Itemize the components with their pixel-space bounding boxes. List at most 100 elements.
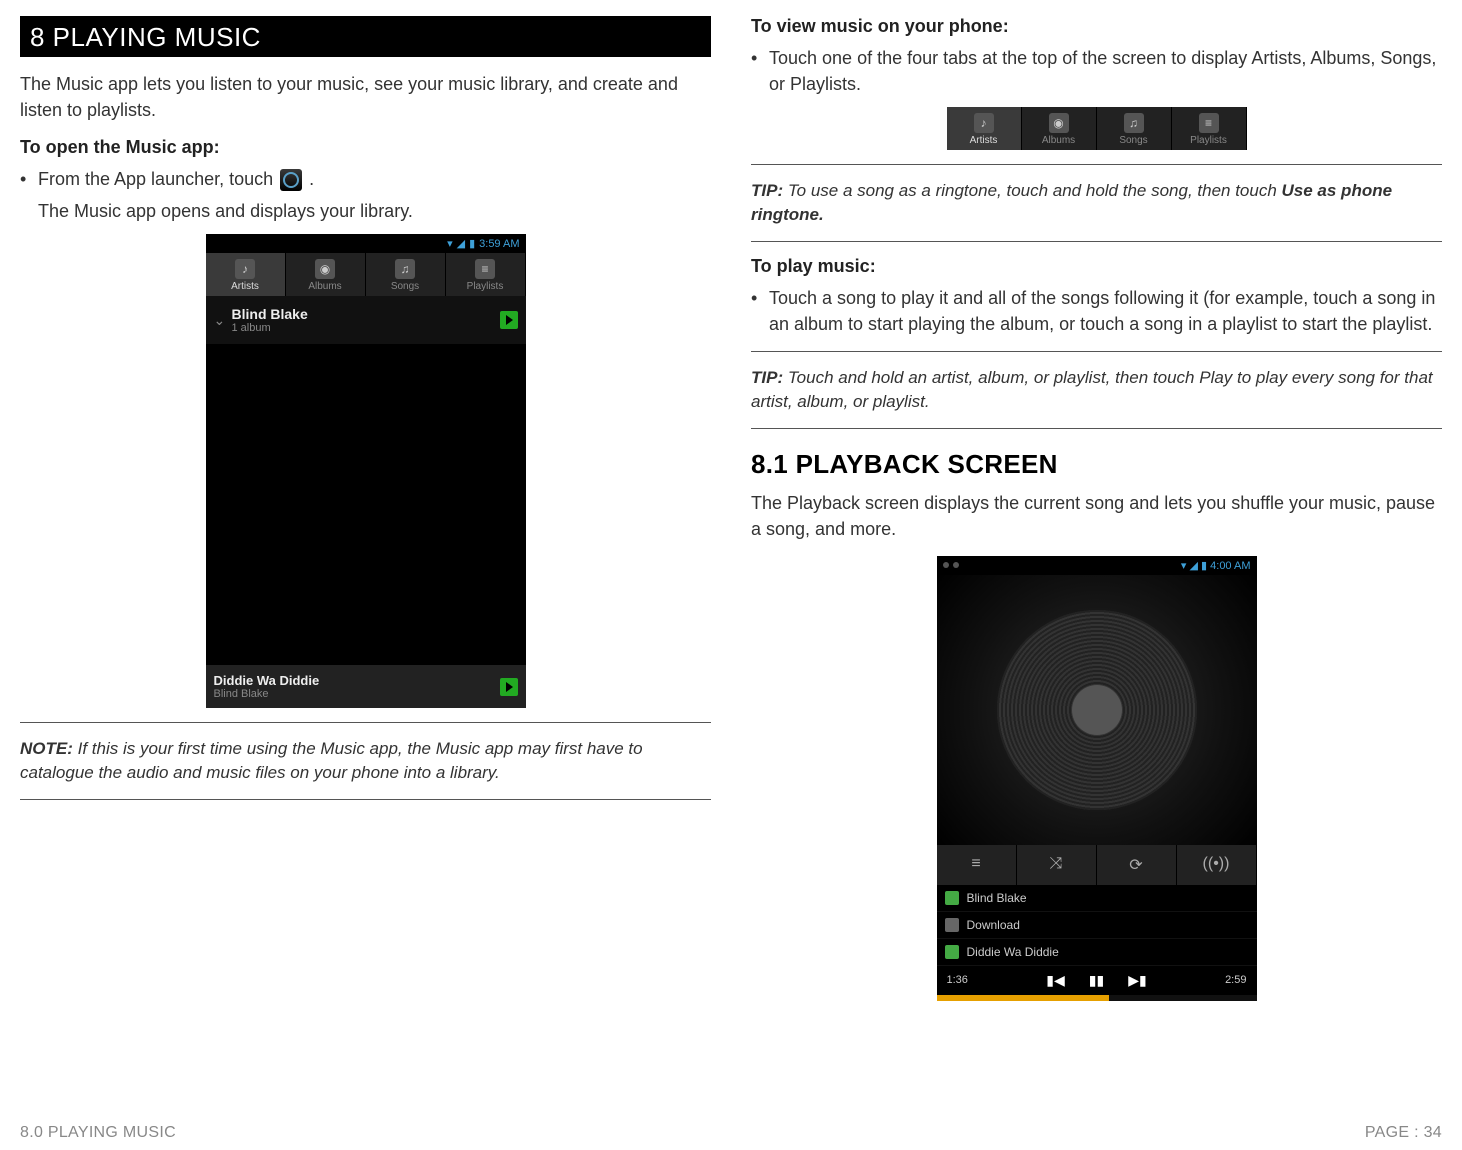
tab-artists[interactable]: ♪ Artists [206, 253, 286, 296]
screenshot-music-library: ▾ ◢ ▮ 3:59 AM ♪ Artists ◉ Albums ♫ Songs [206, 234, 526, 708]
tab-playlists-label: Playlists [467, 281, 504, 292]
artist-row[interactable]: ⌄ Blind Blake 1 album [206, 296, 526, 345]
artist-name: Blind Blake [232, 306, 500, 322]
tab-songs[interactable]: ♫ Songs [366, 253, 446, 296]
progress-bar[interactable] [937, 995, 1257, 1001]
strip-tab-playlists[interactable]: ≡ Playlists [1172, 107, 1247, 150]
divider [20, 799, 711, 800]
progress-fill [937, 995, 1110, 1001]
section-header: 8 PLAYING MUSIC [20, 16, 711, 57]
wifi-icon: ▾ [447, 237, 453, 250]
tabs-strip-illustration: ♪ Artists ◉ Albums ♫ Songs ≡ Playlists [947, 107, 1247, 150]
open-result: The Music app opens and displays your li… [20, 198, 711, 224]
shuffle-button[interactable]: ⤨ [1017, 845, 1097, 885]
status-bar: ▾ ◢ ▮ 3:59 AM [206, 234, 526, 253]
tab-albums[interactable]: ◉ Albums [286, 253, 366, 296]
play-bullet: Touch a song to play it and all of the s… [751, 285, 1442, 337]
songs-icon: ♫ [395, 259, 415, 279]
strip-songs-label: Songs [1119, 135, 1147, 146]
playlist-button[interactable]: ≡ [937, 845, 1017, 885]
strip-playlists-label: Playlists [1190, 135, 1227, 146]
strip-tab-albums[interactable]: ◉ Albums [1022, 107, 1097, 150]
wifi-icon: ▾ [1181, 560, 1187, 572]
meta-artist-row[interactable]: Blind Blake [937, 885, 1257, 912]
albums-icon: ◉ [1049, 113, 1069, 133]
tip2-label: TIP: [751, 368, 783, 387]
albums-icon: ◉ [315, 259, 335, 279]
strip-tab-songs[interactable]: ♫ Songs [1097, 107, 1172, 150]
screenshot-playback: ▾ ◢ ▮ 4:00 AM ≡ ⤨ ⟳ ((•)) Blind Blake [937, 556, 1257, 1001]
open-heading: To open the Music app: [20, 137, 711, 158]
artists-icon: ♪ [235, 259, 255, 279]
tip2-body: Touch and hold an artist, album, or play… [751, 368, 1433, 411]
tab-artists-label: Artists [231, 281, 259, 292]
songs-icon: ♫ [1124, 113, 1144, 133]
album-icon [945, 918, 959, 932]
meta-artist: Blind Blake [967, 891, 1027, 905]
status-time: 3:59 AM [479, 238, 519, 250]
record-hub [1072, 685, 1122, 735]
open-bullet: From the App launcher, touch . [20, 166, 711, 192]
repeat-button[interactable]: ⟳ [1097, 845, 1177, 885]
tip2-block: TIP: Touch and hold an artist, album, or… [751, 366, 1442, 414]
battery-icon: ▮ [469, 237, 475, 250]
library-tabs: ♪ Artists ◉ Albums ♫ Songs ≡ Playlists [206, 253, 526, 296]
empty-area [206, 345, 526, 665]
battery-icon: ▮ [1201, 560, 1207, 572]
divider [751, 351, 1442, 352]
now-playing-play-button[interactable] [500, 678, 518, 696]
open-bullet-pre: From the App launcher, touch [38, 169, 278, 189]
tip1-label: TIP: [751, 181, 783, 200]
signal-icon: ◢ [1189, 560, 1197, 572]
tab-songs-label: Songs [391, 281, 419, 292]
note-label: NOTE: [20, 739, 73, 758]
page-footer: 8.0 PLAYING MUSIC PAGE : 34 [20, 1124, 1442, 1142]
play-artist-button[interactable] [500, 311, 518, 329]
prev-button[interactable]: ▮◀ [1046, 972, 1064, 989]
footer-left: 8.0 PLAYING MUSIC [20, 1124, 176, 1142]
intro-text: The Music app lets you listen to your mu… [20, 71, 711, 123]
meta-album-row[interactable]: Download [937, 912, 1257, 939]
strip-tab-artists[interactable]: ♪ Artists [947, 107, 1022, 150]
pause-button[interactable]: ▮▮ [1089, 972, 1104, 989]
track-icon [945, 945, 959, 959]
view-bullet: Touch one of the four tabs at the top of… [751, 45, 1442, 97]
tip1-body: To use a song as a ringtone, touch and h… [783, 181, 1281, 200]
play-heading: To play music: [751, 256, 1442, 277]
meta-track: Diddie Wa Diddie [967, 945, 1059, 959]
playback-toolbar: ≡ ⤨ ⟳ ((•)) [937, 845, 1257, 885]
album-art [937, 575, 1257, 845]
now-playing-title: Diddie Wa Diddie [214, 673, 500, 688]
next-button[interactable]: ▶▮ [1128, 972, 1146, 989]
playlists-icon: ≡ [475, 259, 495, 279]
time-total: 2:59 [1225, 974, 1246, 986]
expand-icon: ⌄ [214, 312, 232, 329]
status-time: 4:00 AM [1210, 560, 1250, 572]
tab-albums-label: Albums [308, 281, 341, 292]
signal-icon: ◢ [457, 237, 465, 250]
strip-artists-label: Artists [970, 135, 998, 146]
view-heading: To view music on your phone: [751, 16, 1442, 37]
record-disc [997, 610, 1197, 810]
artist-subtitle: 1 album [232, 322, 500, 334]
footer-right: PAGE : 34 [1365, 1124, 1442, 1142]
artist-icon [945, 891, 959, 905]
time-elapsed: 1:36 [947, 974, 968, 986]
note-body: If this is your first time using the Mus… [20, 739, 643, 782]
playlists-icon: ≡ [1199, 113, 1219, 133]
artists-icon: ♪ [974, 113, 994, 133]
subsection-title: 8.1 PLAYBACK SCREEN [751, 449, 1442, 480]
status-bar: ▾ ◢ ▮ 4:00 AM [937, 556, 1257, 575]
status-dot [943, 562, 949, 568]
note-block: NOTE: If this is your first time using t… [20, 737, 711, 785]
now-playing-bar[interactable]: Diddie Wa Diddie Blind Blake [206, 665, 526, 708]
divider [751, 164, 1442, 165]
transport-bar: 1:36 ▮◀ ▮▮ ▶▮ 2:59 [937, 966, 1257, 995]
subsection-intro: The Playback screen displays the current… [751, 490, 1442, 542]
tip1-block: TIP: To use a song as a ringtone, touch … [751, 179, 1442, 227]
audio-output-button[interactable]: ((•)) [1177, 845, 1257, 885]
meta-track-row[interactable]: Diddie Wa Diddie [937, 939, 1257, 966]
divider [20, 722, 711, 723]
music-app-icon [280, 169, 302, 191]
tab-playlists[interactable]: ≡ Playlists [446, 253, 526, 296]
